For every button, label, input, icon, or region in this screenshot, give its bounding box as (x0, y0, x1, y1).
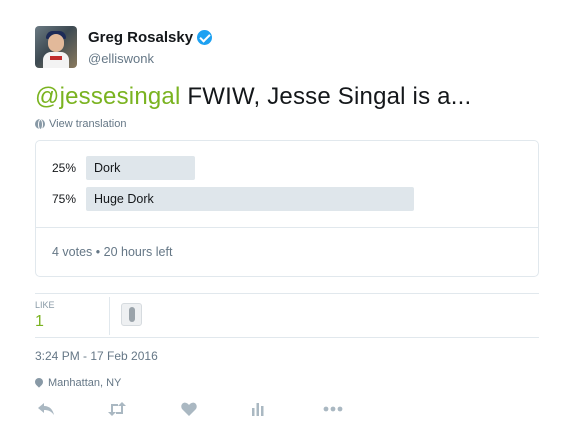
poll-option-percent: 75% (52, 192, 77, 206)
more-icon (323, 406, 343, 412)
verified-badge-icon (197, 30, 213, 45)
tweet-actions (35, 399, 375, 419)
poll-option-percent: 25% (52, 161, 77, 175)
tweet-body-text: FWIW, Jesse Singal is a... (180, 83, 472, 110)
poll-footer: 4 votes • 20 hours left (52, 245, 173, 259)
avatar-face (48, 34, 64, 52)
liker-avatar[interactable] (121, 303, 142, 326)
author-name[interactable]: Greg Rosalsky (88, 29, 193, 46)
reply-icon (38, 403, 54, 415)
mention-link[interactable]: @jessesingal (35, 83, 181, 110)
poll-option: 25% Dork (52, 156, 195, 180)
likes-count: 1 (35, 313, 44, 330)
poll-card: 25% Dork 75% Huge Dork 4 votes • 20 hour… (35, 140, 539, 277)
poll-option-label: Dork (94, 161, 121, 175)
globe-icon (35, 119, 45, 130)
reply-button[interactable] (35, 399, 57, 419)
author-name-row[interactable]: Greg Rosalsky (88, 29, 213, 46)
tweet-text: @jessesingal FWIW, Jesse Singal is a... (35, 83, 471, 111)
like-button[interactable] (178, 399, 200, 419)
view-translation-label: View translation (49, 118, 127, 130)
view-translation-link[interactable]: View translation (35, 118, 126, 130)
divider (35, 293, 539, 294)
divider (35, 337, 539, 338)
likes-label: LIKE (35, 300, 55, 310)
location-label: Manhattan, NY (48, 377, 122, 389)
poll-option-bar: Dork (86, 156, 195, 180)
retweet-button[interactable] (106, 399, 128, 419)
avatar-shirt-logo (50, 56, 62, 60)
analytics-icon (252, 403, 264, 416)
retweet-icon (108, 402, 126, 416)
author-handle[interactable]: @elliswonk (88, 51, 154, 66)
tweet-timestamp[interactable]: 3:24 PM - 17 Feb 2016 (35, 349, 158, 363)
location-pin-icon (35, 378, 43, 388)
likes-stat[interactable]: LIKE 1 (35, 297, 110, 335)
more-button[interactable] (322, 399, 344, 419)
author-avatar[interactable] (35, 26, 77, 68)
poll-divider (36, 227, 538, 228)
poll-option-bar: Huge Dork (86, 187, 414, 211)
analytics-button[interactable] (247, 399, 269, 419)
poll-option-label: Huge Dork (94, 192, 154, 206)
like-icon (181, 402, 197, 416)
tweet-location[interactable]: Manhattan, NY (35, 377, 121, 389)
avatar-shirt (43, 52, 69, 68)
poll-option: 75% Huge Dork (52, 187, 414, 211)
